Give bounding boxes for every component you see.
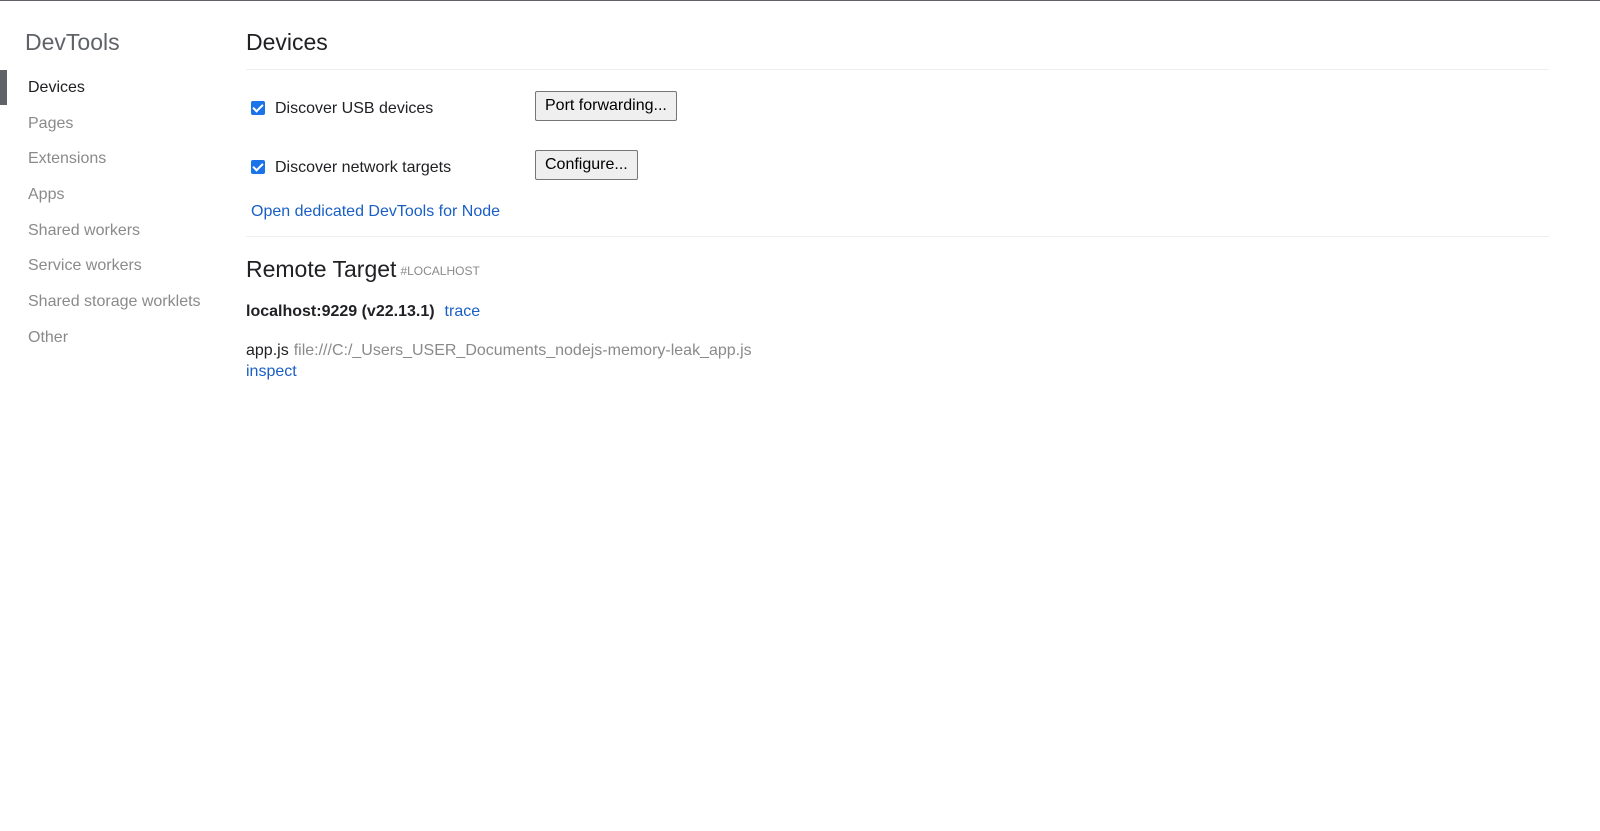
discover-network-checkbox[interactable] — [251, 160, 265, 174]
sidebar-nav: Devices Pages Extensions Apps Shared wor… — [0, 70, 230, 356]
remote-target-tag: #LOCALHOST — [400, 264, 480, 278]
remote-target-heading: Remote Target #LOCALHOST — [246, 256, 480, 283]
sidebar-item-extensions[interactable]: Extensions — [0, 141, 230, 177]
remote-target-entry: app.js file:///C:/_Users_USER_Documents_n… — [246, 342, 752, 360]
header-divider — [246, 69, 1549, 70]
app-title: DevTools — [25, 29, 120, 55]
sidebar-item-shared-storage-worklets[interactable]: Shared storage worklets — [0, 284, 230, 320]
discover-network-label[interactable]: Discover network targets — [275, 156, 451, 180]
remote-target-line: localhost:9229 (v22.13.1) trace — [246, 303, 480, 321]
sidebar-item-devices[interactable]: Devices — [0, 70, 230, 106]
discover-usb-label[interactable]: Discover USB devices — [275, 97, 433, 121]
trace-link[interactable]: trace — [445, 303, 481, 320]
sidebar-item-other[interactable]: Other — [0, 320, 230, 356]
network-discovery-row: Discover network targets Configure... — [251, 150, 951, 188]
page-title: Devices — [246, 29, 328, 55]
discover-usb-checkbox[interactable] — [251, 101, 265, 115]
sidebar-item-pages[interactable]: Pages — [0, 106, 230, 142]
sidebar-item-apps[interactable]: Apps — [0, 177, 230, 213]
remote-target-title: Remote Target — [246, 256, 397, 282]
sidebar-item-service-workers[interactable]: Service workers — [0, 248, 230, 284]
sidebar: DevTools Devices Pages Extensions Apps S… — [0, 0, 230, 831]
remote-target-name: localhost:9229 (v22.13.1) — [246, 303, 435, 320]
sidebar-item-shared-workers[interactable]: Shared workers — [0, 213, 230, 249]
configure-button[interactable]: Configure... — [535, 150, 638, 180]
inspect-link[interactable]: inspect — [246, 363, 297, 381]
entry-url: file:///C:/_Users_USER_Documents_nodejs-… — [293, 342, 752, 359]
window-top-border — [0, 0, 1600, 1]
usb-discovery-row: Discover USB devices Port forwarding... — [251, 91, 951, 129]
port-forwarding-button[interactable]: Port forwarding... — [535, 91, 677, 121]
entry-name: app.js — [246, 342, 289, 359]
open-node-devtools-link[interactable]: Open dedicated DevTools for Node — [251, 203, 500, 221]
section-divider — [246, 236, 1549, 237]
